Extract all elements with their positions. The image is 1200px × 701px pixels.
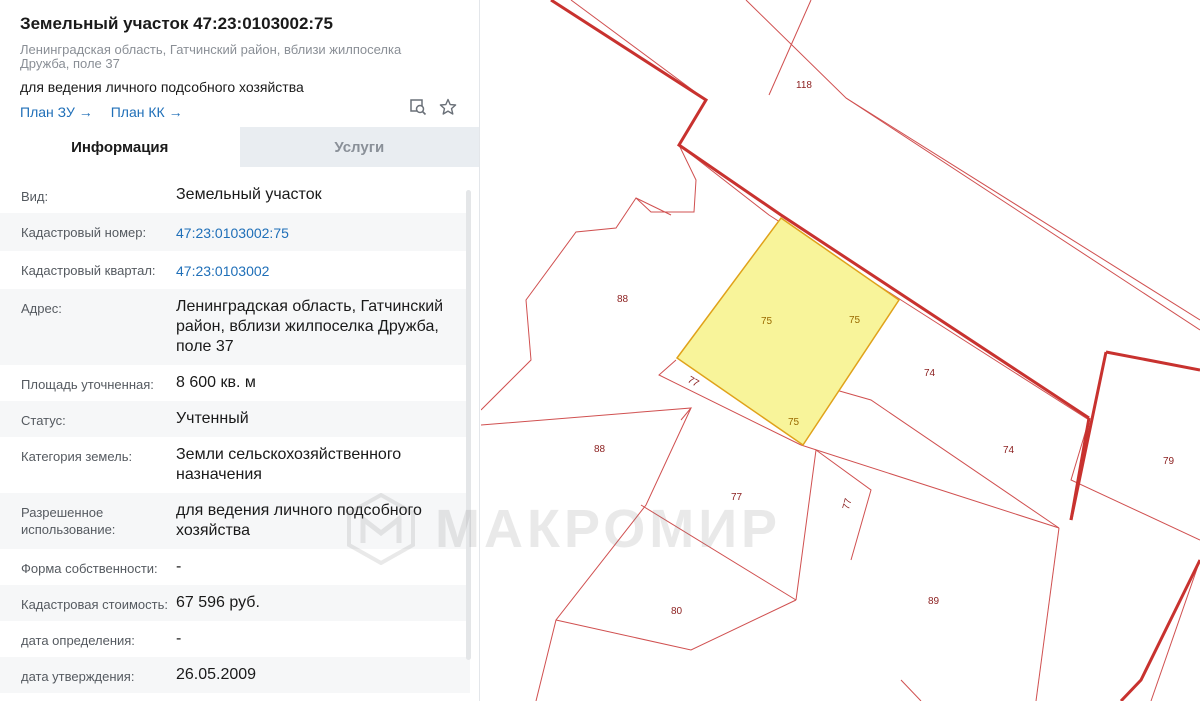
permitted-use-summary: для ведения личного подсобного хозяйства bbox=[20, 79, 304, 95]
attribute-list: Вид: Земельный участок Кадастровый номер… bbox=[0, 177, 470, 693]
attr-row-type: Вид: Земельный участок bbox=[0, 177, 470, 213]
attr-label: дата утверждения: bbox=[21, 669, 135, 684]
star-icon[interactable] bbox=[439, 98, 457, 121]
address-short: Ленинградская область, Гатчинский район,… bbox=[20, 42, 402, 71]
attr-label: Категория земель: bbox=[21, 449, 133, 464]
tab-bar: Информация Услуги bbox=[0, 127, 479, 167]
attr-value: Ленинградская область, Гатчинский район,… bbox=[176, 298, 444, 355]
plan-kk-link[interactable]: План КК → bbox=[111, 104, 183, 120]
parcel-label: 88 bbox=[617, 294, 629, 305]
attr-label: Статус: bbox=[21, 413, 66, 428]
parcel-label: 77 bbox=[685, 375, 701, 390]
attr-row-land-category: Категория земель: Земли сельскохозяйстве… bbox=[0, 437, 470, 493]
parcel-label: 77 bbox=[841, 497, 855, 511]
plan-zu-link[interactable]: План ЗУ → bbox=[20, 104, 93, 120]
attr-label: Кадастровый номер: bbox=[21, 225, 147, 240]
attr-value: Учтенный bbox=[176, 410, 249, 427]
attr-row-cadastral-value: Кадастровая стоимость: 67 596 руб. bbox=[0, 585, 470, 621]
map-search-icon[interactable] bbox=[409, 98, 427, 121]
parcel-label: 77 bbox=[731, 492, 743, 503]
attr-row-cadastral-quarter: Кадастровый квартал: 47:23:0103002 bbox=[0, 251, 470, 289]
attr-row-permitted-use: Разрешенное использование: для ведения л… bbox=[0, 493, 470, 549]
parcel-label: 80 bbox=[671, 606, 683, 617]
parcel-label: 118 bbox=[796, 80, 812, 91]
tab-information[interactable]: Информация bbox=[0, 127, 240, 167]
attr-label: Адрес: bbox=[21, 301, 62, 316]
cadastral-number-link[interactable]: 47:23:0103002:75 bbox=[176, 221, 446, 243]
parcel-label: 74 bbox=[1003, 445, 1015, 456]
plan-links: План ЗУ → План КК → bbox=[20, 104, 459, 120]
attr-label: Кадастровый квартал: bbox=[21, 263, 156, 278]
attr-value: 8 600 кв. м bbox=[176, 374, 256, 391]
scrollbar[interactable] bbox=[466, 190, 471, 660]
attr-label: Вид: bbox=[21, 189, 49, 204]
tab-services[interactable]: Услуги bbox=[239, 127, 479, 167]
attr-label: Разрешенное использование: bbox=[21, 505, 116, 537]
map-canvas[interactable]: 118 88 88 75 75 75 77 77 77 74 74 79 80 … bbox=[481, 0, 1200, 701]
attr-label: Кадастровая стоимость: bbox=[21, 597, 168, 612]
attr-value: - bbox=[176, 630, 182, 647]
attr-row-approval-date: дата утверждения: 26.05.2009 bbox=[0, 657, 470, 693]
attr-row-address: Адрес: Ленинградская область, Гатчинский… bbox=[0, 289, 470, 365]
attr-value: Земли сельскохозяйственного назначения bbox=[176, 446, 402, 483]
attr-row-determination-date: дата определения: - bbox=[0, 621, 470, 657]
header-actions bbox=[409, 98, 457, 121]
attr-value: Земельный участок bbox=[176, 186, 322, 203]
attr-label: дата определения: bbox=[21, 633, 135, 648]
info-panel: Земельный участок 47:23:0103002:75 Ленин… bbox=[0, 0, 480, 701]
attr-row-area: Площадь уточненная: 8 600 кв. м bbox=[0, 365, 470, 401]
attr-value: - bbox=[176, 558, 182, 575]
parcel-label: 75 bbox=[788, 417, 800, 428]
parcel-label: 75 bbox=[849, 315, 861, 326]
attr-label: Форма собственности: bbox=[21, 561, 158, 576]
parcel-label: 89 bbox=[928, 596, 940, 607]
parcel-label: 88 bbox=[594, 444, 606, 455]
parcel-header: Земельный участок 47:23:0103002:75 Ленин… bbox=[0, 0, 479, 127]
attr-value: 67 596 руб. bbox=[176, 594, 260, 611]
attr-row-status: Статус: Учтенный bbox=[0, 401, 470, 437]
attr-row-ownership: Форма собственности: - bbox=[0, 549, 470, 585]
cadastral-map[interactable]: 118 88 88 75 75 75 77 77 77 74 74 79 80 … bbox=[481, 0, 1200, 701]
attr-row-cadastral-number: Кадастровый номер: 47:23:0103002:75 bbox=[0, 213, 470, 251]
parcel-label: 75 bbox=[761, 316, 773, 327]
attr-label: Площадь уточненная: bbox=[21, 377, 154, 392]
attr-value: для ведения личного подсобного хозяйства bbox=[176, 502, 422, 539]
parcel-label: 74 bbox=[924, 368, 936, 379]
parcel-label: 79 bbox=[1163, 456, 1175, 467]
selected-parcel[interactable] bbox=[675, 216, 901, 447]
page-title: Земельный участок 47:23:0103002:75 bbox=[20, 14, 333, 33]
cadastral-quarter-link[interactable]: 47:23:0103002 bbox=[176, 259, 446, 281]
attr-value: 26.05.2009 bbox=[176, 666, 257, 683]
